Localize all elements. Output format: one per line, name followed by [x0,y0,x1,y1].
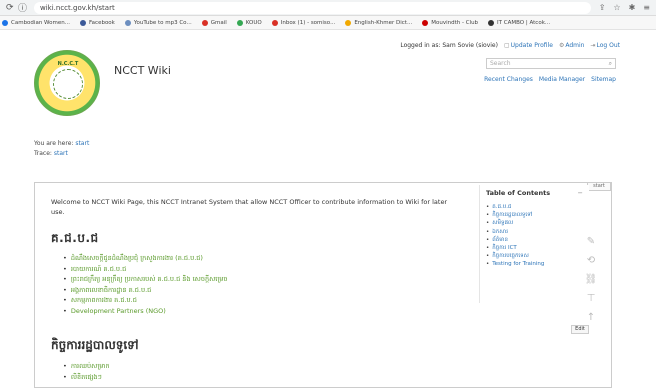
extension-icon[interactable]: ✱ [629,3,636,12]
toc-item[interactable]: កិច្ចការ ICT [486,244,583,252]
toc-item[interactable]: កិច្ចការបច្ចេកទេស [486,252,583,260]
bookmark-favicon-icon [201,19,208,26]
admin-link-item[interactable]: លិខិតផ្សេងៗ [63,372,110,383]
bookmark-item[interactable]: Mouvindth - Club [422,19,479,26]
back-to-top-icon[interactable]: ↑ [587,312,595,324]
bookmark-item[interactable]: KOUO [236,19,262,26]
bookmark-favicon-icon [236,19,243,26]
old-revisions-icon[interactable]: ⟲ [587,255,595,267]
backlinks-icon[interactable]: ⛓ [585,274,598,286]
ncct-link-item[interactable]: ដំណឹងសេចក្តីជូនដំណឹងប្រជុំ ក្រសួងការងារ … [63,253,463,264]
search-placeholder: Search [490,60,511,67]
menu-icon[interactable]: ≡ [643,3,650,12]
bookmark-label: Gmail [210,19,227,26]
toc-collapse-button[interactable]: − [578,189,583,197]
toc-item[interactable]: សមិទ្ធផល [486,219,583,227]
admin-link[interactable]: Admin [565,42,584,49]
profile-icon: ▢ [503,42,510,49]
page-id-tab: start [587,182,611,191]
search-input[interactable]: Search ⌕ [486,58,616,69]
reload-icon[interactable]: ⟳ [6,3,18,13]
section-heading-admin: កិច្ចការរដ្ឋបាលទូទៅ [51,338,139,352]
bookmark-label: Mouvindth - Club [431,19,479,26]
star-icon[interactable]: ☆ [613,3,620,12]
bookmark-item[interactable]: Cambodian Women... [2,19,71,26]
toc-item[interactable]: Testing for Training [486,260,583,268]
media-manager-link[interactable]: Media Manager [539,76,585,83]
admin-link-item[interactable]: ការឈប់សម្រាក [63,361,110,372]
table-of-contents: Table of Contents − គ.ជ.ប.ជកិច្ចការរដ្ឋប… [479,185,589,303]
bookmark-item[interactable]: English-Khmer Dict... [345,19,413,26]
logout-icon: ⇥ [590,42,596,49]
sitemap-link[interactable]: Sitemap [591,76,616,83]
bookmark-favicon-icon [271,19,278,26]
bookmark-favicon-icon [488,19,495,26]
bookmark-label: English-Khmer Dict... [354,19,413,26]
logged-in-text: Logged in as: Sam Sovie (siovie) [400,42,498,49]
ncct-link-item[interactable]: សកម្មភាពការងារ គ.ជ.ប.ជ [63,295,463,306]
page-tools: ✎ ⟲ ⛓ ⊤ ↑ [584,236,598,324]
update-profile-link[interactable]: Update Profile [511,42,553,49]
bookmark-favicon-icon [422,19,429,26]
ncct-link-item[interactable]: Development Partners (NGO) [63,306,463,317]
toc-title: Table of Contents [486,189,551,197]
wiki-page: Logged in as: Sam Sovie (siovie) ▢Update… [28,36,620,388]
section-heading-ncct: គ.ជ.ប.ជ [51,231,99,245]
bookmark-favicon-icon [124,19,131,26]
info-icon[interactable]: ⓘ [18,1,30,14]
bookmark-favicon-icon [80,19,87,26]
recent-changes-link[interactable]: Recent Changes [484,76,533,83]
logo-text: N.C.C.T [57,61,79,67]
admin-link-list: ការឈប់សម្រាកលិខិតផ្សេងៗ [63,361,110,382]
bookmark-favicon-icon [345,19,352,26]
tool-nav: Recent Changes Media Manager Sitemap [484,76,616,83]
browser-address-bar: ⟳ ⓘ wiki.ncct.gov.kh/start ⇪ ☆ ✱ ≡ [0,0,656,16]
ncct-link-list: ដំណឹងសេចក្តីជូនដំណឹងប្រជុំ ក្រសួងការងារ … [63,253,463,316]
bookmark-label: Cambodian Women... [11,19,71,26]
intro-text: Welcome to NCCT Wiki Page, this NCCT Int… [51,198,448,216]
bookmark-item[interactable]: YouTube to mp3 Co... [124,19,192,26]
ncct-link-item[interactable]: របាយការណ៍ គ.ជ.ប.ជ [63,264,463,275]
user-bar: Logged in as: Sam Sovie (siovie) ▢Update… [400,42,620,49]
bookmark-label: Inbox (1) - somiso... [280,19,336,26]
bookmark-label: IT CAMBO | Atcok... [497,19,551,26]
bookmark-label: YouTube to mp3 Co... [133,19,192,26]
breadcrumb-start-link[interactable]: start [75,140,89,147]
content-area: start Welcome to NCCT Wiki Page, this NC… [34,182,612,388]
toc-item[interactable]: ឯកសារ [486,228,583,236]
admin-icon: ⚙ [558,42,565,49]
toc-list: គ.ជ.ប.ជកិច្ចការរដ្ឋបាលទូទៅសមិទ្ធផលឯកសារព… [486,203,583,269]
breadcrumb-you-are-here: You are here: start [34,140,90,147]
ncct-link-item[interactable]: ព្រះរាជក្រឹត្យ អនុក្រឹត្យ ប្រកាសរបស់ គ.ជ… [63,274,463,285]
bookmark-label: Facebook [89,19,115,26]
logout-link[interactable]: Log Out [596,42,620,49]
edit-page-icon[interactable]: ✎ [587,236,595,248]
bookmark-item[interactable]: Inbox (1) - somiso... [271,19,336,26]
toc-item[interactable]: គ.ជ.ប.ជ [486,203,583,211]
ncct-link-item[interactable]: អង្គភាពលេខាធិការដ្ឋាន គ.ជ.ប.ជ [63,285,463,296]
bookmark-label: KOUO [245,19,262,26]
trace-start-link[interactable]: start [54,150,68,157]
bookmark-item[interactable]: Facebook [80,19,115,26]
bookmark-favicon-icon [2,19,8,26]
share-icon[interactable]: ⇪ [599,3,606,12]
toc-item[interactable]: ព័ត៌មាន [486,236,583,244]
ncct-logo[interactable]: N.C.C.T [34,50,100,116]
bookmark-item[interactable]: IT CAMBO | Atcok... [488,19,551,26]
edit-section-button[interactable]: Edit [571,325,589,334]
bookmark-item[interactable]: Gmail [201,19,227,26]
manage-subscriptions-icon[interactable]: ⊤ [587,293,596,305]
breadcrumb-trace: Trace: start [34,150,68,157]
bookmarks-bar: Cambodian Women... Facebook YouTube to mp3… [0,16,656,30]
toc-item[interactable]: កិច្ចការរដ្ឋបាលទូទៅ [486,211,583,219]
search-icon[interactable]: ⌕ [609,59,612,68]
url-field[interactable]: wiki.ncct.gov.kh/start [34,1,591,14]
site-title[interactable]: NCCT Wiki [114,64,171,77]
